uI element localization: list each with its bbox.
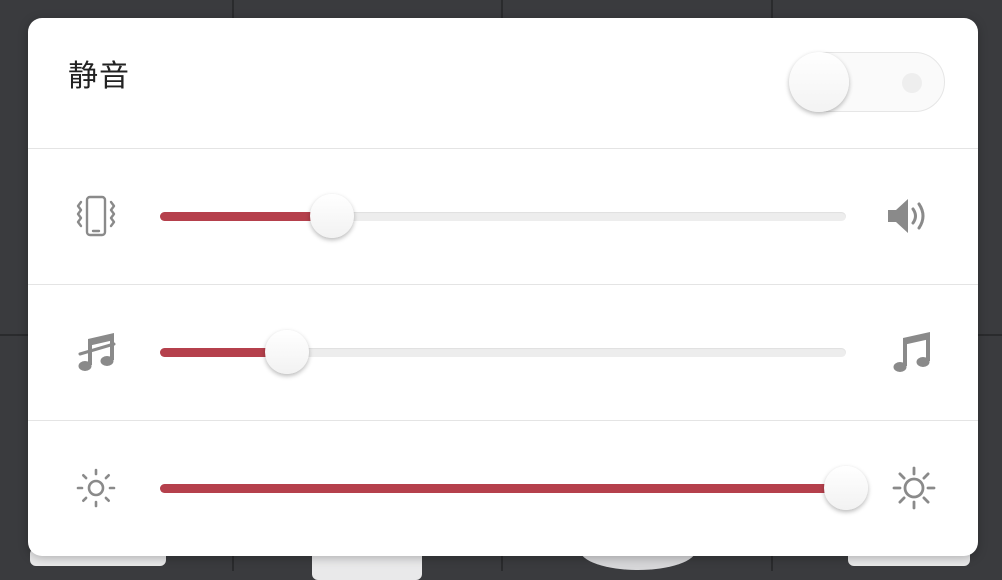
- music-note-icon: [890, 330, 934, 374]
- slider-fill: [160, 212, 332, 221]
- brightness-row: [28, 421, 978, 556]
- toggle-knob[interactable]: [789, 52, 849, 112]
- slider-thumb[interactable]: [264, 330, 309, 374]
- brightness-high-icon: [892, 466, 936, 510]
- ringer-volume-slider[interactable]: [160, 194, 846, 238]
- slider-fill: [160, 484, 846, 493]
- volume-panel: 静音: [28, 18, 978, 556]
- brightness-slider[interactable]: [160, 466, 868, 510]
- slider-thumb[interactable]: [824, 466, 868, 510]
- mute-toggle[interactable]: [789, 52, 945, 112]
- media-row: [28, 285, 978, 421]
- media-volume-slider[interactable]: [160, 330, 846, 374]
- brightness-low-icon: [74, 466, 118, 510]
- toggle-off-indicator: [902, 73, 922, 93]
- ringer-row: [28, 149, 978, 285]
- vibrate-phone-icon[interactable]: [74, 194, 118, 238]
- mute-row: 静音: [28, 18, 978, 149]
- speaker-volume-icon: [886, 194, 930, 238]
- music-note-muted-icon[interactable]: [74, 330, 118, 374]
- mute-label: 静音: [68, 59, 130, 94]
- slider-thumb[interactable]: [309, 194, 354, 238]
